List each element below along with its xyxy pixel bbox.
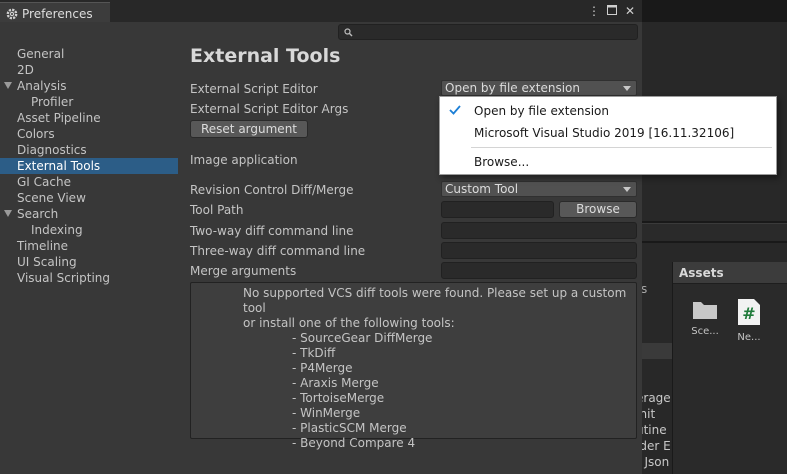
merge-arguments-input[interactable] xyxy=(441,262,637,279)
sidebar-item-gi-cache[interactable]: GI Cache xyxy=(0,174,178,190)
sidebar-item-diagnostics[interactable]: Diagnostics xyxy=(0,142,178,158)
assets-header: Assets xyxy=(673,262,787,284)
sidebar-item-label: Diagnostics xyxy=(17,143,87,157)
sidebar-item-label: General xyxy=(17,47,65,61)
sidebar-item-label: Visual Scripting xyxy=(17,271,110,285)
search-row xyxy=(0,22,642,42)
three-way-diff-label: Three-way diff command line xyxy=(190,244,366,258)
help-tool-item: - TkDiff xyxy=(292,346,336,360)
menu-item-visual-studio-2019[interactable]: Microsoft Visual Studio 2019 [16.11.3210… xyxy=(474,125,734,141)
help-tool-item: - SourceGear DiffMerge xyxy=(292,331,433,345)
assets-panel: Assets Sce... # Ne... xyxy=(672,262,787,474)
help-text-line: or install one of the following tools: xyxy=(243,316,455,330)
close-icon[interactable]: ✕ xyxy=(624,3,636,19)
tab-title: Preferences xyxy=(22,6,93,21)
asset-item-scene-folder[interactable]: Sce... xyxy=(685,298,725,337)
browse-button[interactable]: Browse xyxy=(559,201,637,218)
search-input[interactable] xyxy=(338,24,638,40)
editor-background-toolbar xyxy=(642,221,787,243)
sidebar-item-visual-scripting[interactable]: Visual Scripting xyxy=(0,270,178,286)
tool-path-input[interactable] xyxy=(441,201,554,218)
sidebar-item-label: Indexing xyxy=(31,223,83,237)
sidebar-item-asset-pipeline[interactable]: Asset Pipeline xyxy=(0,110,178,126)
background-truncated-text: erage xyxy=(636,391,671,405)
menu-item-open-by-file-extension[interactable]: Open by file extension xyxy=(474,103,609,119)
help-tool-item: - TortoiseMerge xyxy=(292,391,385,405)
expand-triangle-icon[interactable] xyxy=(4,210,12,217)
checkmark-icon xyxy=(449,105,461,115)
tool-path-label: Tool Path xyxy=(190,203,244,217)
external-script-editor-args-label: External Script Editor Args xyxy=(190,102,349,116)
three-way-diff-input[interactable] xyxy=(441,242,637,259)
maximize-icon[interactable] xyxy=(606,3,618,19)
menu-item-browse[interactable]: Browse... xyxy=(474,154,529,170)
background-truncated-text: t Json xyxy=(636,455,670,469)
sidebar-item-label: UI Scaling xyxy=(17,255,77,269)
gear-icon xyxy=(6,8,18,19)
reset-argument-button[interactable]: Reset argument xyxy=(190,120,308,138)
sidebar-item-label: 2D xyxy=(17,63,34,77)
sidebar-item-scene-view[interactable]: Scene View xyxy=(0,190,178,206)
sidebar-item-external-tools[interactable]: External Tools xyxy=(0,158,178,174)
preferences-window: Preferences ⋮ ✕ General 2D Analysis Prof… xyxy=(0,0,642,474)
page-title: External Tools xyxy=(190,45,341,67)
chevron-down-icon xyxy=(623,86,631,91)
expand-triangle-icon[interactable] xyxy=(4,82,12,89)
dropdown-value: Open by file extension xyxy=(445,81,580,95)
help-tool-item: - Beyond Compare 4 xyxy=(292,436,416,450)
two-way-diff-label: Two-way diff command line xyxy=(190,224,354,238)
sidebar-item-search[interactable]: Search xyxy=(0,206,178,222)
menu-separator xyxy=(471,147,772,148)
background-truncated-text: Jnit xyxy=(636,407,656,421)
revision-control-dropdown[interactable]: Custom Tool xyxy=(441,181,637,197)
sidebar-item-label: Colors xyxy=(17,127,55,141)
help-text-line: No supported VCS diff tools were found. … xyxy=(243,286,627,315)
background-truncated-list: erage Jnit utine ider E t Json xyxy=(636,390,676,470)
csharp-script-icon: # xyxy=(738,299,760,325)
background-truncated-text: ider E xyxy=(636,439,671,453)
sidebar-item-2d[interactable]: 2D xyxy=(0,62,178,78)
sidebar-item-profiler[interactable]: Profiler xyxy=(0,94,178,110)
help-tool-item: - PlasticSCM Merge xyxy=(292,421,407,435)
window-controls: ⋮ ✕ xyxy=(588,3,636,19)
chevron-down-icon xyxy=(623,187,631,192)
asset-item-label: Sce... xyxy=(691,326,719,337)
sidebar-item-indexing[interactable]: Indexing xyxy=(0,222,178,238)
sidebar-item-general[interactable]: General xyxy=(0,46,178,62)
external-script-editor-dropdown[interactable]: Open by file extension xyxy=(441,80,637,96)
sidebar-item-label: Asset Pipeline xyxy=(17,111,101,125)
sidebar-item-label: Analysis xyxy=(17,79,67,93)
help-tool-item: - Araxis Merge xyxy=(292,376,379,390)
help-tool-item: - WinMerge xyxy=(292,406,361,420)
folder-icon xyxy=(693,302,717,319)
sidebar-item-label: Profiler xyxy=(31,95,74,109)
preferences-tab[interactable]: Preferences xyxy=(0,2,110,24)
sidebar-item-label: GI Cache xyxy=(17,175,71,189)
image-application-label: Image application xyxy=(190,153,298,167)
asset-item-script[interactable]: # Ne... xyxy=(729,298,769,343)
sidebar-item-timeline[interactable]: Timeline xyxy=(0,238,178,254)
sidebar-item-label: Timeline xyxy=(17,239,69,253)
sidebar-item-analysis[interactable]: Analysis xyxy=(0,78,178,94)
asset-item-label: Ne... xyxy=(737,332,761,343)
merge-arguments-label: Merge arguments xyxy=(190,264,297,278)
revision-control-label: Revision Control Diff/Merge xyxy=(190,183,354,197)
preferences-sidebar: General 2D Analysis Profiler Asset Pipel… xyxy=(0,46,178,286)
sidebar-item-colors[interactable]: Colors xyxy=(0,126,178,142)
sidebar-item-label: Search xyxy=(17,207,59,221)
two-way-diff-input[interactable] xyxy=(441,222,637,239)
script-editor-popup-menu: Open by file extension Microsoft Visual … xyxy=(439,96,777,175)
dropdown-value: Custom Tool xyxy=(445,182,519,196)
more-options-icon[interactable]: ⋮ xyxy=(588,3,600,19)
help-tool-item: - P4Merge xyxy=(292,361,353,375)
background-truncated-text: utine xyxy=(636,423,667,437)
vcs-help-box: No supported VCS diff tools were found. … xyxy=(190,282,637,450)
window-titlebar: Preferences ⋮ ✕ xyxy=(0,0,642,24)
sidebar-item-ui-scaling[interactable]: UI Scaling xyxy=(0,254,178,270)
search-icon xyxy=(344,28,353,37)
svg-text:#: # xyxy=(742,304,755,323)
external-script-editor-label: External Script Editor xyxy=(190,82,318,96)
sidebar-item-label: External Tools xyxy=(17,159,101,173)
sidebar-item-label: Scene View xyxy=(17,191,86,205)
